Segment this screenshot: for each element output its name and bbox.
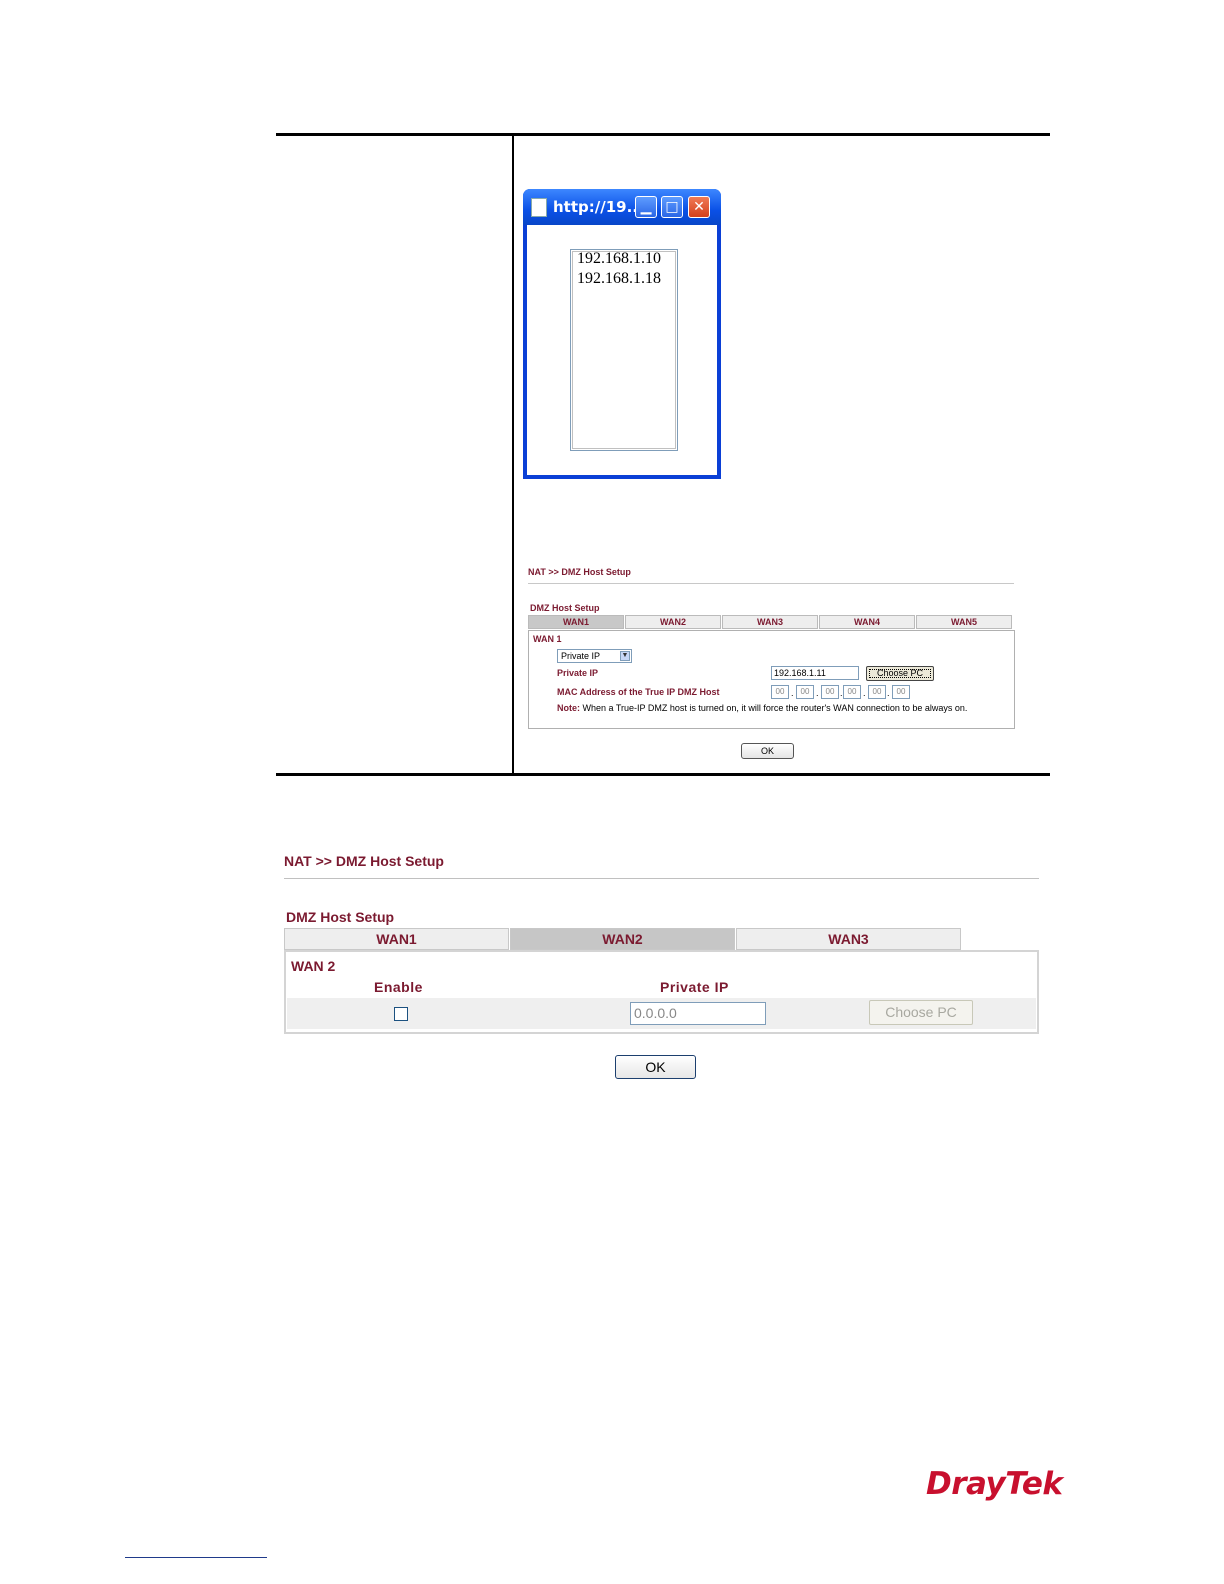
mac-separator: . [791, 688, 794, 698]
ip-listbox-inner: 192.168.1.10 192.168.1.18 [572, 250, 676, 449]
mac-octet-input[interactable]: 00 [892, 685, 910, 699]
tab-wan2[interactable]: WAN2 [510, 928, 735, 950]
maximize-icon[interactable]: □ [661, 196, 683, 218]
ip-listbox[interactable]: 192.168.1.10 192.168.1.18 [570, 249, 678, 451]
tab-wan3[interactable]: WAN3 [722, 615, 818, 629]
small-panel-title: WAN 1 [533, 634, 562, 644]
chevron-down-icon[interactable]: ▼ [620, 651, 630, 661]
table-top-rule [276, 133, 1050, 136]
popup-body: 192.168.1.10 192.168.1.18 [527, 225, 717, 475]
enable-column-header: Enable [374, 979, 423, 995]
tab-wan2[interactable]: WAN2 [625, 615, 721, 629]
panel-title: WAN 2 [291, 958, 336, 974]
mac-separator: . [887, 688, 890, 698]
note-text: When a True-IP DMZ host is turned on, it… [582, 703, 968, 713]
tab-wan4[interactable]: WAN4 [819, 615, 915, 629]
popup-titlebar[interactable]: http://19... ▁ □ ✕ [523, 189, 721, 225]
mac-octet-input[interactable]: 00 [796, 685, 814, 699]
small-mac-label: MAC Address of the True IP DMZ Host [557, 687, 720, 697]
small-page-title: NAT >> DMZ Host Setup [528, 567, 631, 577]
choose-pc-popup-window: http://19... ▁ □ ✕ 192.168.1.10 192.168.… [523, 189, 721, 479]
mac-separator: . [863, 688, 866, 698]
table-column-divider [512, 133, 514, 776]
page-icon [531, 198, 547, 217]
tab-wan1[interactable]: WAN1 [284, 928, 509, 950]
mac-octet-input[interactable]: 00 [821, 685, 839, 699]
minimize-icon[interactable]: ▁ [635, 196, 657, 218]
footer-link-rule [125, 1557, 267, 1558]
dmz-mode-select[interactable]: Private IP ▼ [557, 649, 632, 663]
choose-pc-button[interactable]: Choose PC [869, 1000, 973, 1025]
dmz-mode-value: Private IP [561, 651, 601, 661]
small-private-ip-label: Private IP [557, 668, 599, 678]
section-title: DMZ Host Setup [286, 909, 395, 925]
mac-octet-input[interactable]: 00 [843, 685, 861, 699]
private-ip-input[interactable]: 0.0.0.0 [630, 1002, 766, 1025]
small-choose-pc-button[interactable]: Choose PC [866, 666, 934, 681]
tab-wan5[interactable]: WAN5 [916, 615, 1012, 629]
small-private-ip-input[interactable]: 192.168.1.11 [771, 666, 859, 680]
mac-octet-input[interactable]: 00 [771, 685, 789, 699]
popup-title: http://19... [553, 198, 644, 216]
small-note: Note: When a True-IP DMZ host is turned … [557, 703, 997, 714]
focus-ring [869, 669, 931, 678]
page-title: NAT >> DMZ Host Setup [284, 853, 444, 869]
draytek-logo: DrayTek [926, 1466, 1063, 1502]
ip-option[interactable]: 192.168.1.18 [577, 270, 661, 288]
tab-wan3[interactable]: WAN3 [736, 928, 961, 950]
close-icon[interactable]: ✕ [688, 196, 710, 218]
title-rule [284, 878, 1039, 879]
table-bottom-rule [276, 773, 1050, 776]
ip-option[interactable]: 192.168.1.10 [577, 250, 661, 268]
ok-button[interactable]: OK [615, 1055, 696, 1079]
mac-separator: . [816, 688, 819, 698]
note-label: Note: [557, 703, 580, 713]
small-title-rule [528, 583, 1014, 584]
private-ip-column-header: Private IP [660, 979, 729, 995]
small-ok-button[interactable]: OK [741, 743, 794, 759]
mac-octet-input[interactable]: 00 [868, 685, 886, 699]
enable-checkbox[interactable] [394, 1007, 408, 1021]
tab-wan1[interactable]: WAN1 [528, 615, 624, 629]
small-section-title: DMZ Host Setup [530, 603, 600, 613]
